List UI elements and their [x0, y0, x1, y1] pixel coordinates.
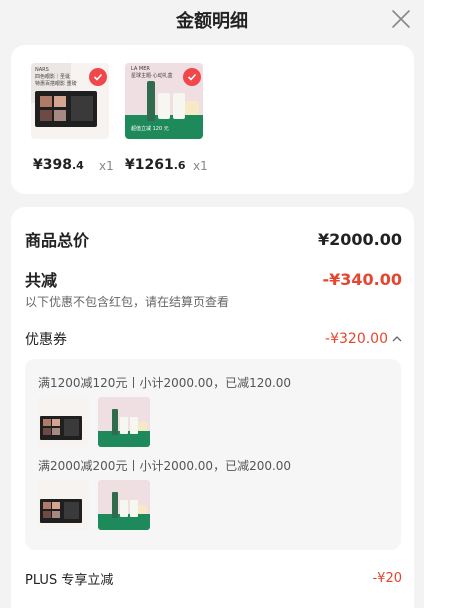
product-thumbnail: NARS 四色眼影｜圣诞 特惠百搭眼影 重磅 [31, 63, 109, 139]
products-card: NARS 四色眼影｜圣诞 特惠百搭眼影 重磅 ¥398.4 x1 LA MER … [11, 45, 414, 194]
close-button[interactable] [388, 6, 414, 32]
selected-check-icon [183, 68, 201, 86]
coupon-product-thumbnail [37, 480, 89, 530]
plus-discount-value: -¥20 [372, 571, 402, 586]
product-item[interactable]: NARS 四色眼影｜圣诞 特惠百搭眼影 重磅 [31, 63, 111, 139]
thumbnail-caption: NARS 四色眼影｜圣诞 特惠百搭眼影 重磅 [35, 67, 77, 87]
coupon-value[interactable]: -¥320.00 [325, 331, 402, 347]
coupon-row[interactable]: 优惠券 -¥320.00 [25, 329, 402, 349]
coupon-rule: 满2000减200元丨小计2000.00，已减200.00 [38, 459, 292, 473]
coupon-product-thumbnail [37, 397, 89, 447]
price-detail-card: 商品总价 ¥2000.00 共减 -¥340.00 以下优惠不包含红包，请在结算… [11, 207, 414, 608]
sheet-title: 金额明细 [176, 11, 248, 32]
product-qty: x1 [99, 159, 114, 173]
total-row: 商品总价 ¥2000.00 [25, 227, 402, 251]
coupon-product-thumbnail [98, 480, 150, 530]
close-icon [392, 10, 410, 28]
selected-check-icon [89, 68, 107, 86]
discount-label: 共减 [25, 271, 58, 290]
discount-row: 共减 -¥340.00 [25, 267, 402, 291]
thumbnail-caption: LA MER 星球主题·心动礼盒 超值立减 120 元 [131, 66, 173, 132]
plus-discount-label: PLUS 专享立减 [25, 573, 114, 588]
total-label: 商品总价 [25, 231, 90, 250]
sheet-header: 金额明细 [0, 0, 424, 40]
product-price: ¥398.4 [33, 157, 84, 173]
product-price: ¥1261.6 [125, 157, 186, 173]
coupon-label: 优惠券 [25, 332, 67, 348]
plus-discount-row: PLUS 专享立减 -¥20 [25, 569, 402, 588]
discount-value: -¥340.00 [322, 269, 402, 289]
product-thumbnail: LA MER 星球主题·心动礼盒 超值立减 120 元 [125, 63, 203, 139]
amount-detail-sheet: 金额明细 NARS 四色眼影｜圣诞 特惠百搭眼影 重磅 ¥398.4 x1 LA… [0, 0, 424, 608]
chevron-up-icon [392, 336, 402, 342]
coupon-product-thumbnail [98, 397, 150, 447]
discount-note: 以下优惠不包含红包，请在结算页查看 [25, 295, 230, 309]
total-value: ¥2000.00 [317, 229, 402, 249]
product-qty: x1 [193, 159, 208, 173]
product-item[interactable]: LA MER 星球主题·心动礼盒 超值立减 120 元 [125, 63, 205, 139]
coupon-rule: 满1200减120元丨小计2000.00，已减120.00 [38, 376, 292, 390]
coupon-detail-box: 满1200减120元丨小计2000.00，已减120.00 满2000减200元… [25, 359, 401, 550]
